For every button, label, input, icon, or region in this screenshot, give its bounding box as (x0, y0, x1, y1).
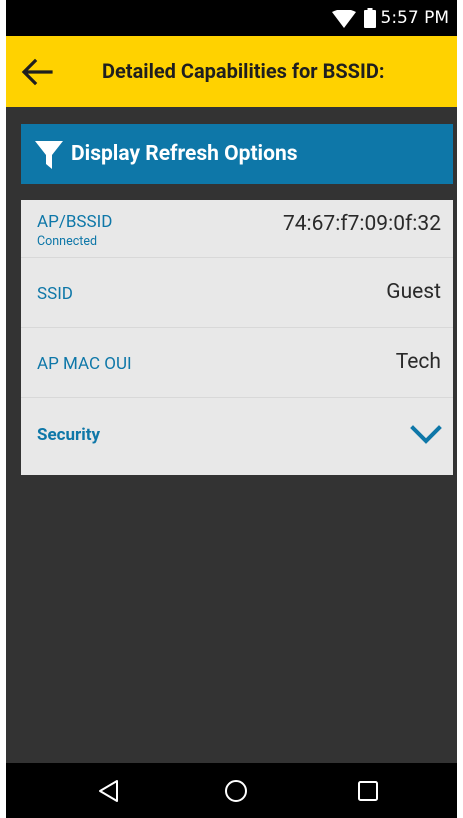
filter-icon (35, 141, 63, 169)
security-expander[interactable]: Security (21, 398, 453, 475)
security-label: Security (37, 425, 101, 445)
chevron-down-icon[interactable] (410, 424, 442, 446)
nav-back-icon[interactable] (97, 779, 121, 803)
bssid-details-card: AP/BSSID Connected 74:67:f7:09:0f:32 SSI… (21, 200, 453, 475)
system-nav-bar (6, 763, 457, 818)
app-screen: 5:57 PM Detailed Capabilities for BSSID:… (6, 0, 457, 818)
ap-mac-oui-value: Tech (395, 350, 441, 374)
ssid-row: SSID Guest (21, 258, 453, 328)
ap-mac-oui-row: AP MAC OUI Tech (21, 328, 453, 398)
nav-recents-icon[interactable] (356, 779, 380, 803)
battery-icon (364, 8, 376, 28)
refresh-options-label: Display Refresh Options (71, 142, 298, 166)
arrow-left-icon[interactable] (20, 58, 54, 86)
bssid-label: AP/BSSID (37, 212, 113, 232)
display-refresh-options-button[interactable]: Display Refresh Options (21, 124, 453, 184)
connection-status: Connected (37, 234, 98, 249)
bssid-value: 74:67:f7:09:0f:32 (282, 212, 441, 236)
app-toolbar: Detailed Capabilities for BSSID: (6, 36, 457, 107)
ssid-label: SSID (37, 284, 73, 304)
ap-mac-oui-label: AP MAC OUI (37, 354, 132, 374)
ssid-value: Guest (386, 280, 441, 304)
status-bar: 5:57 PM (6, 0, 457, 36)
nav-home-icon[interactable] (224, 779, 248, 803)
bssid-row: AP/BSSID Connected 74:67:f7:09:0f:32 (21, 200, 453, 258)
page-title: Detailed Capabilities for BSSID: (102, 59, 385, 83)
status-time: 5:57 PM (380, 8, 450, 28)
wifi-icon (332, 10, 356, 28)
